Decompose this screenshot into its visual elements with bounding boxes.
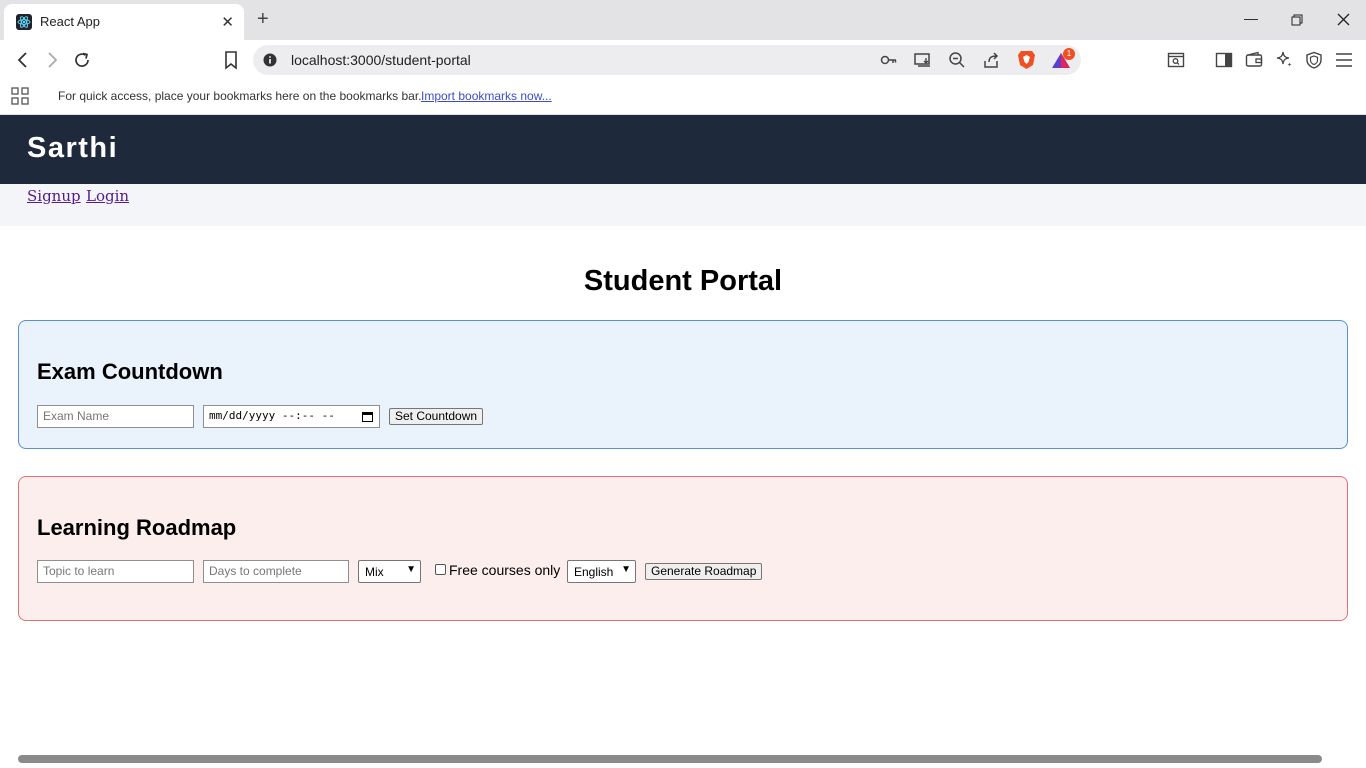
window-close-icon[interactable] xyxy=(1337,13,1350,26)
login-link[interactable]: Login xyxy=(86,187,129,205)
menu-icon[interactable] xyxy=(1335,52,1353,68)
app-header: Sarthi xyxy=(0,115,1366,184)
datetime-text: mm/dd/yyyy --:-- -- xyxy=(209,409,335,422)
new-tab-button[interactable]: + xyxy=(257,8,269,31)
course-type-value: Mix xyxy=(365,565,384,579)
sidebar-icon[interactable] xyxy=(1215,51,1233,69)
react-icon xyxy=(16,14,32,30)
calendar-icon[interactable] xyxy=(362,411,373,422)
restore-icon[interactable] xyxy=(1291,14,1303,26)
tab-strip: React App ✕ + — xyxy=(0,0,1366,40)
leo-ai-icon[interactable] xyxy=(1275,50,1294,69)
days-input[interactable]: Days to complete xyxy=(203,560,349,583)
exam-datetime-input[interactable]: mm/dd/yyyy --:-- -- xyxy=(203,405,380,428)
back-icon[interactable] xyxy=(13,50,33,70)
free-courses-label[interactable]: Free courses only xyxy=(449,562,560,578)
exam-countdown-card: Exam Countdown Exam Name mm/dd/yyyy --:-… xyxy=(18,320,1348,449)
signup-link[interactable]: Signup xyxy=(27,187,81,205)
reload-icon[interactable] xyxy=(72,50,92,70)
rewards-badge: 1 xyxy=(1063,48,1075,60)
import-bookmarks-link[interactable]: Import bookmarks now... xyxy=(421,89,552,103)
search-tabs-icon[interactable] xyxy=(1167,51,1185,69)
url-text[interactable]: localhost:3000/student-portal xyxy=(291,52,471,68)
bookmarks-bar: For quick access, place your bookmarks h… xyxy=(0,80,1366,115)
share-icon[interactable] xyxy=(982,51,1000,69)
chevron-down-icon: ▼ xyxy=(406,564,416,575)
page-title: Student Portal xyxy=(583,265,783,297)
install-app-icon[interactable] xyxy=(914,52,932,68)
topic-input[interactable]: Topic to learn xyxy=(37,560,194,583)
brave-shields-icon[interactable] xyxy=(1017,50,1036,70)
tab-react-app[interactable]: React App ✕ xyxy=(4,4,244,40)
exam-countdown-heading: Exam Countdown xyxy=(37,359,223,384)
set-countdown-button[interactable]: Set Countdown xyxy=(389,408,484,425)
forward-icon[interactable] xyxy=(42,50,62,70)
generate-roadmap-button[interactable]: Generate Roadmap xyxy=(645,563,763,580)
key-icon[interactable] xyxy=(880,52,898,68)
scrollbar-thumb[interactable] xyxy=(18,755,1322,763)
language-select[interactable]: English ▼ xyxy=(567,560,636,583)
minimize-icon[interactable]: — xyxy=(1244,10,1258,26)
site-info-icon[interactable] xyxy=(263,53,277,67)
language-value: English xyxy=(574,565,614,579)
exam-name-input[interactable]: Exam Name xyxy=(37,405,194,428)
tab-close-icon[interactable]: ✕ xyxy=(221,13,234,31)
free-courses-checkbox[interactable] xyxy=(435,564,446,575)
horizontal-scrollbar[interactable] xyxy=(0,752,1366,768)
bookmarks-message: For quick access, place your bookmarks h… xyxy=(58,89,422,103)
chevron-down-icon: ▼ xyxy=(621,564,631,575)
nav-bar: Signup Login xyxy=(0,184,1366,226)
zoom-out-icon[interactable] xyxy=(948,51,966,69)
wallet-icon[interactable] xyxy=(1245,51,1263,69)
vpn-icon[interactable] xyxy=(1305,51,1323,69)
apps-grid-icon[interactable] xyxy=(11,87,29,105)
brand-logo-text[interactable]: Sarthi xyxy=(27,132,118,165)
tab-title: React App xyxy=(40,14,100,29)
learning-roadmap-card: Learning Roadmap Topic to learn Days to … xyxy=(18,476,1348,621)
course-type-select[interactable]: Mix ▼ xyxy=(358,560,421,583)
learning-roadmap-heading: Learning Roadmap xyxy=(37,515,237,540)
bookmark-icon[interactable] xyxy=(221,50,241,70)
